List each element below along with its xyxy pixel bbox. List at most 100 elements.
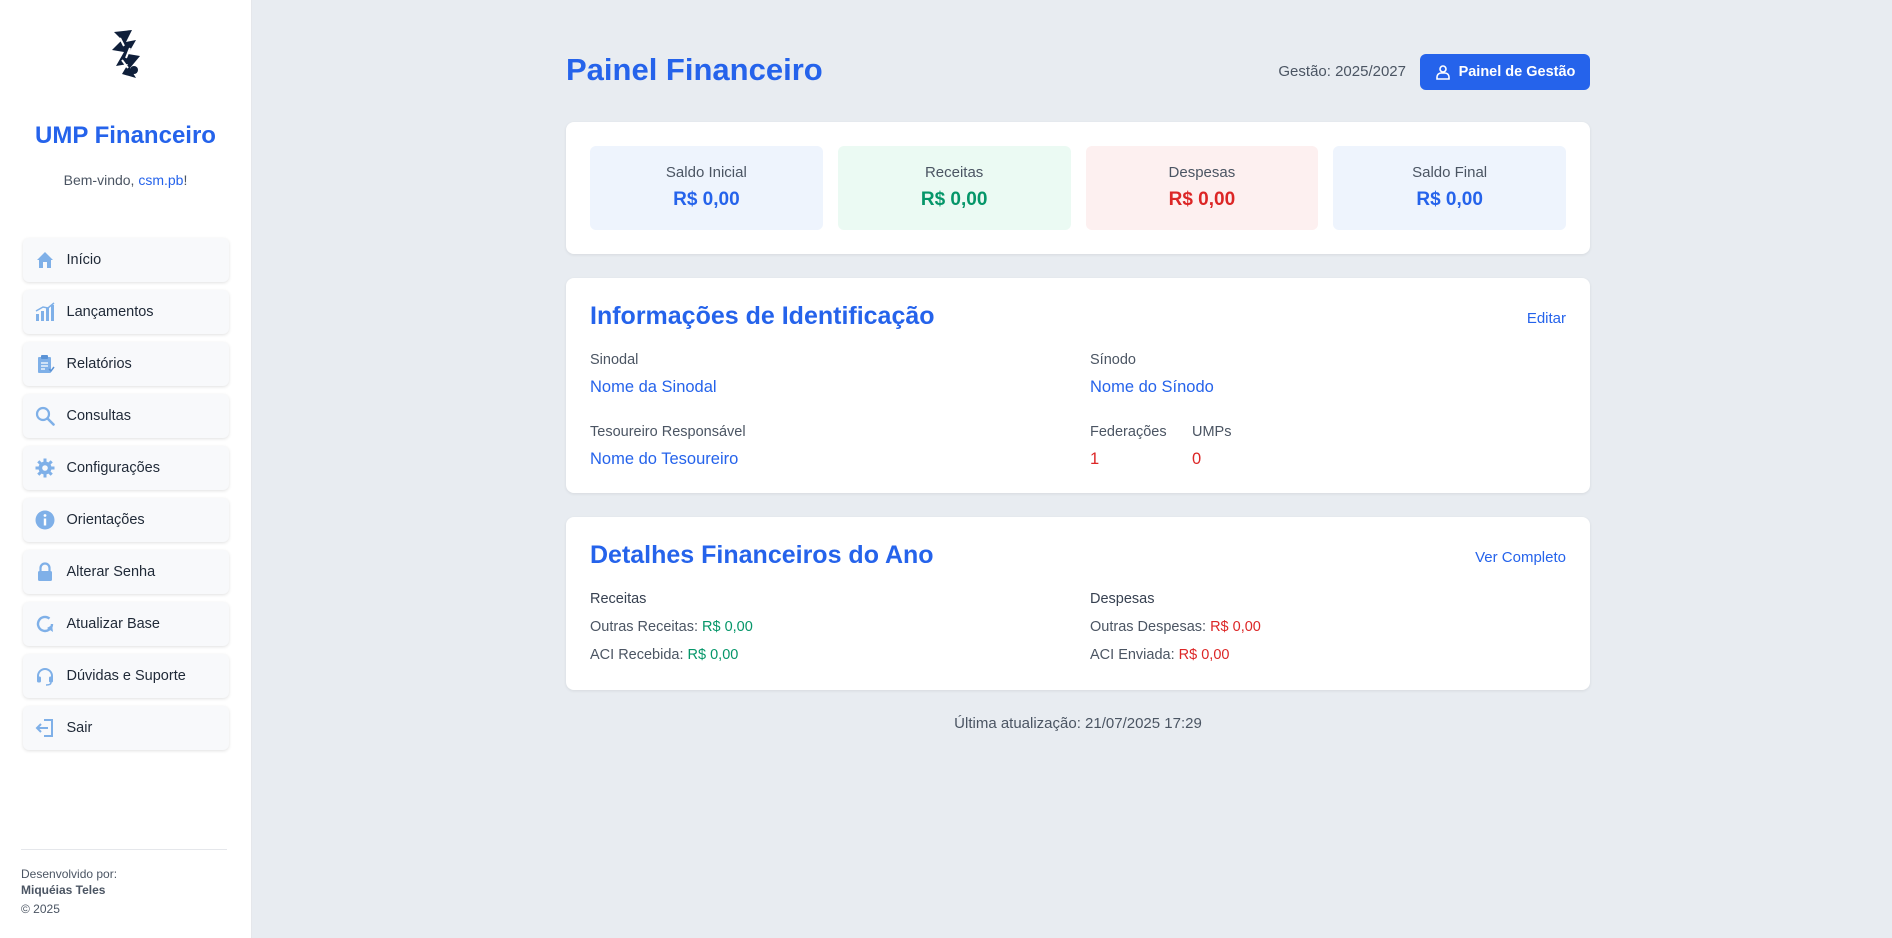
ump-logo — [111, 30, 140, 78]
welcome-prefix: Bem-vindo, — [63, 172, 139, 188]
gear-icon — [35, 458, 55, 478]
sidebar-item-label: Alterar Senha — [66, 564, 156, 580]
stat-value: R$ 0,00 — [673, 189, 740, 210]
federacoes-field: Federações 1 — [1090, 424, 1167, 469]
refresh-icon — [35, 614, 55, 634]
field-label: Tesoureiro Responsável — [590, 424, 746, 440]
developer-name: Miquéias Teles — [21, 883, 106, 897]
sidebar-item-atualizar-base[interactable]: Atualizar Base — [22, 602, 229, 646]
main-content: Painel Financeiro Gestão: 2025/2027 Pain… — [566, 0, 1590, 732]
financial-details-card: Detalhes Financeiros do Ano Ver Completo… — [566, 517, 1590, 690]
username: csm.pb — [138, 172, 184, 188]
last-update: Última atualização: 21/07/2025 17:29 — [954, 715, 1202, 732]
aci-recebida-value: R$ 0,00 — [687, 647, 739, 663]
sidebar: UMP Financeiro Bem-vindo, csm.pb! Início… — [0, 0, 252, 938]
field-label: Sinodal — [590, 352, 639, 368]
stat-value: R$ 0,00 — [920, 189, 988, 210]
outras-receitas-value: R$ 0,00 — [702, 619, 753, 635]
chart-bars-icon — [35, 302, 55, 322]
despesas-stat: Despesas R$ 0,00 — [1085, 146, 1319, 230]
receitas-header: Receitas — [590, 591, 647, 607]
sinodo-field: Sínodo Nome do Sínodo — [1090, 352, 1214, 397]
clipboard-icon — [35, 354, 55, 374]
field-value: Nome da Sinodal — [590, 378, 717, 396]
developed-by-label: Desenvolvido por: — [21, 867, 118, 881]
sidebar-item-consultas[interactable]: Consultas — [22, 394, 229, 438]
app-title: UMP Financeiro — [35, 122, 216, 149]
sidebar-item-label: Sair — [66, 720, 93, 736]
saldo-inicial-stat: Saldo Inicial R$ 0,00 — [590, 146, 823, 230]
sidebar-item-label: Atualizar Base — [66, 616, 161, 632]
page-header: Painel Financeiro Gestão: 2025/2027 Pain… — [566, 0, 1590, 122]
sidebar-item-configuracoes[interactable]: Configurações — [22, 446, 229, 490]
sidebar-item-label: Dúvidas e Suporte — [66, 668, 186, 684]
page-title: Painel Financeiro — [566, 52, 823, 87]
sidebar-footer: Desenvolvido por: Miquéias Teles © 2025 — [21, 849, 227, 917]
receitas-stat: Receitas R$ 0,00 — [837, 146, 1071, 230]
field-label: Sínodo — [1090, 352, 1136, 368]
sidebar-item-label: Consultas — [66, 408, 131, 424]
stat-value: R$ 0,00 — [1168, 189, 1236, 210]
edit-link[interactable]: Editar — [1527, 310, 1566, 327]
despesas-column: Despesas Outras Despesas: R$ 0,00 ACI En… — [1090, 591, 1261, 663]
stat-value: R$ 0,00 — [1416, 189, 1483, 210]
sidebar-nav: Início Lançamentos Relatórios Consultas … — [22, 238, 229, 750]
copyright: © 2025 — [21, 902, 60, 916]
stat-label: Despesas — [1168, 164, 1236, 181]
sidebar-item-inicio[interactable]: Início — [22, 238, 229, 282]
painel-gestao-label: Painel de Gestão — [1458, 64, 1576, 80]
aci-enviada-label: ACI Enviada: — [1090, 647, 1179, 663]
outras-despesas-value: R$ 0,00 — [1210, 619, 1261, 635]
outras-despesas-label: Outras Despesas: — [1090, 619, 1211, 635]
sidebar-item-orientacoes[interactable]: Orientações — [22, 498, 229, 542]
logout-icon — [35, 718, 55, 738]
field-value: Nome do Tesoureiro — [590, 450, 739, 468]
gestao-period: Gestão: 2025/2027 — [1278, 63, 1406, 80]
field-label: Federações — [1090, 424, 1167, 440]
sidebar-item-duvidas-suporte[interactable]: Dúvidas e Suporte — [22, 654, 229, 698]
sidebar-item-alterar-senha[interactable]: Alterar Senha — [22, 550, 229, 594]
sidebar-item-lancamentos[interactable]: Lançamentos — [22, 290, 229, 334]
field-value: 0 — [1192, 450, 1202, 468]
outras-receitas-line: Outras Receitas: R$ 0,00 — [590, 619, 753, 635]
sidebar-item-label: Lançamentos — [66, 304, 154, 320]
user-badge-icon — [1435, 65, 1450, 80]
sinodal-field: Sinodal Nome da Sinodal — [590, 352, 717, 397]
field-value: 1 — [1090, 450, 1100, 468]
headset-icon — [35, 666, 55, 686]
info-icon — [35, 510, 55, 530]
field-label: UMPs — [1192, 424, 1232, 440]
sidebar-item-label: Configurações — [66, 460, 161, 476]
ver-completo-link[interactable]: Ver Completo — [1475, 549, 1566, 566]
welcome-suffix: ! — [183, 172, 188, 188]
aci-enviada-line: ACI Enviada: R$ 0,00 — [1090, 647, 1261, 663]
outras-receitas-label: Outras Receitas: — [590, 619, 703, 635]
welcome-message: Bem-vindo, csm.pb! — [64, 172, 188, 188]
sidebar-item-label: Início — [66, 252, 102, 268]
sidebar-item-label: Relatórios — [66, 356, 132, 372]
saldo-final-stat: Saldo Final R$ 0,00 — [1333, 146, 1566, 230]
search-icon — [35, 406, 55, 426]
aci-recebida-label: ACI Recebida: — [590, 647, 688, 663]
outras-despesas-line: Outras Despesas: R$ 0,00 — [1090, 619, 1261, 635]
aci-recebida-line: ACI Recebida: R$ 0,00 — [590, 647, 753, 663]
sidebar-item-label: Orientações — [66, 512, 145, 528]
stat-label: Saldo Final — [1412, 164, 1488, 181]
field-value: Nome do Sínodo — [1090, 378, 1214, 396]
painel-gestao-button[interactable]: Painel de Gestão — [1420, 54, 1590, 90]
lock-icon — [35, 562, 55, 582]
umps-field: UMPs 0 — [1192, 424, 1231, 469]
home-icon — [35, 250, 55, 270]
sidebar-item-relatorios[interactable]: Relatórios — [22, 342, 229, 386]
receitas-column: Receitas Outras Receitas: R$ 0,00 ACI Re… — [590, 591, 753, 663]
identification-card: Informações de Identificação Editar Sino… — [566, 278, 1590, 493]
sidebar-item-sair[interactable]: Sair — [22, 706, 229, 750]
summary-card: Saldo Inicial R$ 0,00 Receitas R$ 0,00 D… — [566, 122, 1590, 254]
details-title: Detalhes Financeiros do Ano — [590, 541, 934, 569]
despesas-header: Despesas — [1090, 591, 1155, 607]
tesoureiro-field: Tesoureiro Responsável Nome do Tesoureir… — [590, 424, 746, 469]
stat-label: Receitas — [924, 164, 984, 181]
aci-enviada-value: R$ 0,00 — [1178, 647, 1230, 663]
identification-title: Informações de Identificação — [590, 302, 935, 330]
stat-label: Saldo Inicial — [665, 164, 747, 181]
